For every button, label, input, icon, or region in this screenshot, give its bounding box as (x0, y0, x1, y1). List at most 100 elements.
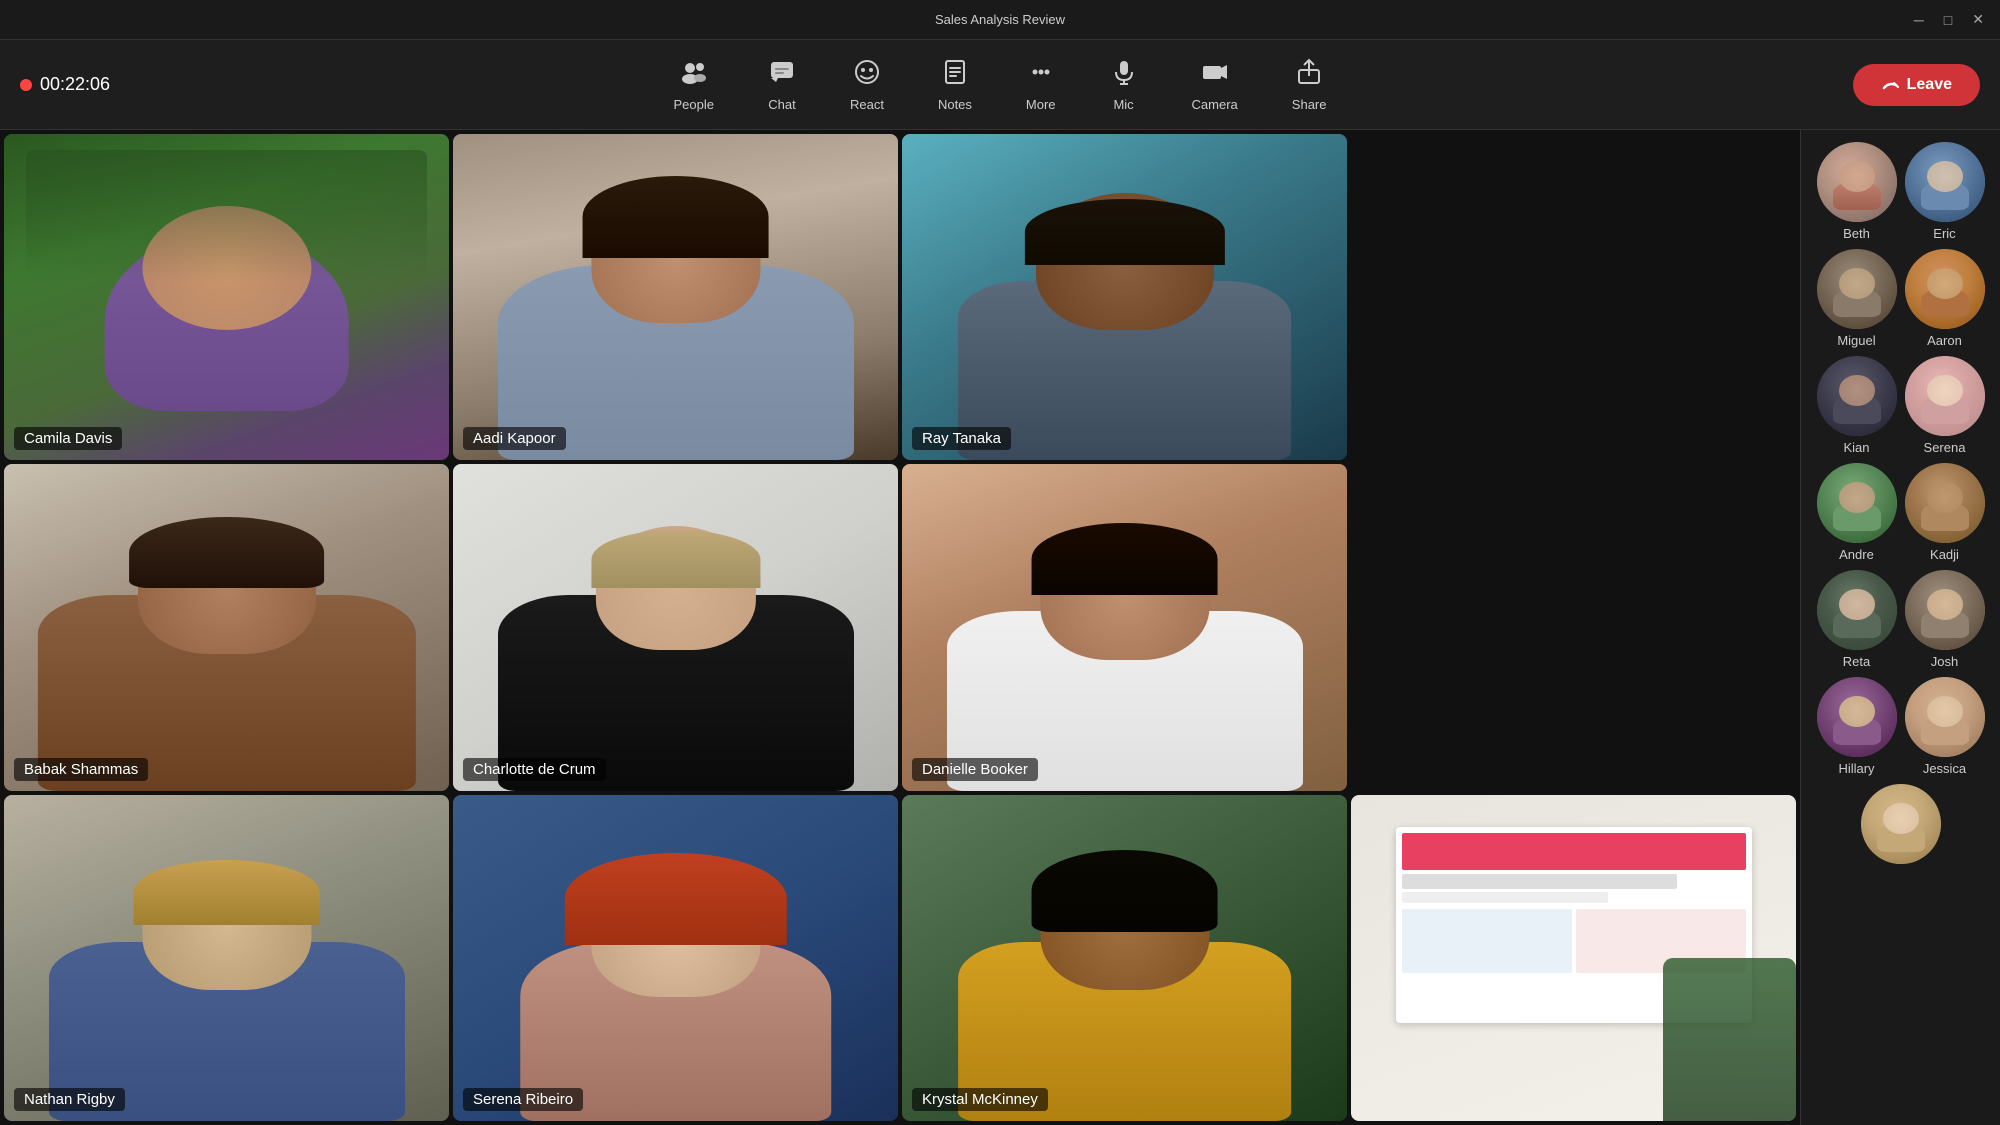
title-bar: Sales Analysis Review ─ □ ✕ (0, 0, 2000, 40)
participant-name-serena-r: Serena Ribeiro (463, 1088, 583, 1111)
notes-icon (941, 58, 969, 93)
participant-name-camila: Camila Davis (14, 427, 122, 450)
sidebar-participant-jessica[interactable]: Jessica (1905, 677, 1985, 776)
sidebar-avatar-josh (1905, 570, 1985, 650)
sidebar-avatar-hillary (1817, 677, 1897, 757)
video-cell-krystal[interactable]: Krystal McKinney (902, 795, 1347, 1121)
participant-name-aadi: Aadi Kapoor (463, 427, 566, 450)
notes-button[interactable]: Notes (926, 52, 984, 118)
leave-label: Leave (1907, 76, 1952, 94)
video-cell-ray[interactable]: Ray Tanaka (902, 134, 1347, 460)
recording-indicator (20, 79, 32, 91)
participant-name-nathan: Nathan Rigby (14, 1088, 125, 1111)
sidebar-participant-kian[interactable]: Kian (1817, 356, 1897, 455)
sidebar-participant-serena[interactable]: Serena (1905, 356, 1985, 455)
notes-label: Notes (938, 97, 972, 112)
share-label: Share (1292, 97, 1327, 112)
chat-icon (768, 58, 796, 93)
sidebar-participant-bottom[interactable] (1861, 784, 1941, 864)
close-button[interactable]: ✕ (1972, 11, 1984, 28)
sidebar-participant-reta[interactable]: Reta (1817, 570, 1897, 669)
leave-button[interactable]: Leave (1853, 64, 1980, 106)
sidebar-name-miguel: Miguel (1837, 333, 1875, 348)
react-button[interactable]: React (838, 52, 896, 118)
sidebar-name-jessica: Jessica (1923, 761, 1966, 776)
participant-name-ray: Ray Tanaka (912, 427, 1011, 450)
meeting-timer: 00:22:06 (40, 74, 110, 95)
mic-button[interactable]: Mic (1098, 52, 1150, 118)
chat-button[interactable]: Chat (756, 52, 808, 118)
sidebar-avatar-eric (1905, 142, 1985, 222)
sidebar-name-reta: Reta (1843, 654, 1870, 669)
sidebar-participant-beth[interactable]: Beth (1817, 142, 1897, 241)
sidebar-participant-miguel[interactable]: Miguel (1817, 249, 1897, 348)
sidebar-name-serena: Serena (1924, 440, 1966, 455)
sidebar-participant-eric[interactable]: Eric (1905, 142, 1985, 241)
sidebar: Beth Eric (1800, 130, 2000, 1125)
sidebar-participant-hillary[interactable]: Hillary (1817, 677, 1897, 776)
sidebar-name-kadji: Kadji (1930, 547, 1959, 562)
sidebar-avatar-beth (1817, 142, 1897, 222)
sidebar-row-2: Miguel Aaron (1809, 249, 1992, 348)
sidebar-row-1: Beth Eric (1809, 142, 1992, 241)
sidebar-avatar-andre (1817, 463, 1897, 543)
chat-label: Chat (768, 97, 795, 112)
sidebar-row-7 (1809, 784, 1992, 864)
participant-name-krystal: Krystal McKinney (912, 1088, 1048, 1111)
people-icon (680, 58, 708, 93)
sidebar-avatar-aaron (1905, 249, 1985, 329)
share-button[interactable]: Share (1280, 52, 1339, 118)
sidebar-avatar-kian (1817, 356, 1897, 436)
minimize-button[interactable]: ─ (1914, 12, 1924, 28)
sidebar-name-andre: Andre (1839, 547, 1874, 562)
mic-icon (1110, 58, 1138, 93)
video-cell-charlotte[interactable]: Charlotte de Crum (453, 464, 898, 790)
video-cell-babak[interactable]: Babak Shammas (4, 464, 449, 790)
video-cell-aadi[interactable]: Aadi Kapoor (453, 134, 898, 460)
mic-label: Mic (1113, 97, 1133, 112)
toolbar-right: Leave (1490, 64, 1980, 106)
video-cell-camila[interactable]: Camila Davis (4, 134, 449, 460)
participant-name-charlotte: Charlotte de Crum (463, 758, 606, 781)
sidebar-name-eric: Eric (1933, 226, 1955, 241)
toolbar-left: 00:22:06 (20, 74, 510, 95)
video-grid: Camila Davis Aadi Kapoor Ray Tanaka (0, 130, 1800, 1125)
window-controls: ─ □ ✕ (1914, 11, 1984, 28)
camera-button[interactable]: Camera (1180, 52, 1250, 118)
video-cell-presentation[interactable] (1351, 795, 1796, 1121)
sidebar-avatar-serena (1905, 356, 1985, 436)
people-button[interactable]: People (662, 52, 726, 118)
main-content: Camila Davis Aadi Kapoor Ray Tanaka (0, 130, 2000, 1125)
maximize-button[interactable]: □ (1944, 12, 1952, 28)
sidebar-participant-andre[interactable]: Andre (1817, 463, 1897, 562)
sidebar-name-hillary: Hillary (1838, 761, 1874, 776)
video-cell-empty-col4-row1 (1351, 134, 1796, 460)
sidebar-avatar-jessica (1905, 677, 1985, 757)
sidebar-row-6: Hillary Jessica (1809, 677, 1992, 776)
video-cell-serena-r[interactable]: Serena Ribeiro (453, 795, 898, 1121)
toolbar: 00:22:06 People (0, 40, 2000, 130)
participant-name-babak: Babak Shammas (14, 758, 148, 781)
video-cell-empty-col4-row2 (1351, 464, 1796, 790)
sidebar-participant-josh[interactable]: Josh (1905, 570, 1985, 669)
share-icon (1295, 58, 1323, 93)
video-cell-danielle[interactable]: Danielle Booker (902, 464, 1347, 790)
sidebar-row-4: Andre Kadji (1809, 463, 1992, 562)
video-cell-nathan[interactable]: Nathan Rigby (4, 795, 449, 1121)
sidebar-avatar-miguel (1817, 249, 1897, 329)
sidebar-participant-kadji[interactable]: Kadji (1905, 463, 1985, 562)
sidebar-row-3: Kian Serena (1809, 356, 1992, 455)
sidebar-participant-aaron[interactable]: Aaron (1905, 249, 1985, 348)
camera-label: Camera (1192, 97, 1238, 112)
sidebar-row-5: Reta Josh (1809, 570, 1992, 669)
more-button[interactable]: More (1014, 52, 1068, 118)
participant-name-danielle: Danielle Booker (912, 758, 1038, 781)
sidebar-name-josh: Josh (1931, 654, 1958, 669)
more-label: More (1026, 97, 1056, 112)
toolbar-center: People Chat Reac (510, 52, 1490, 118)
sidebar-name-beth: Beth (1843, 226, 1870, 241)
phone-icon (1881, 76, 1899, 94)
sidebar-name-kian: Kian (1843, 440, 1869, 455)
camera-icon (1201, 58, 1229, 93)
more-icon (1027, 58, 1055, 93)
